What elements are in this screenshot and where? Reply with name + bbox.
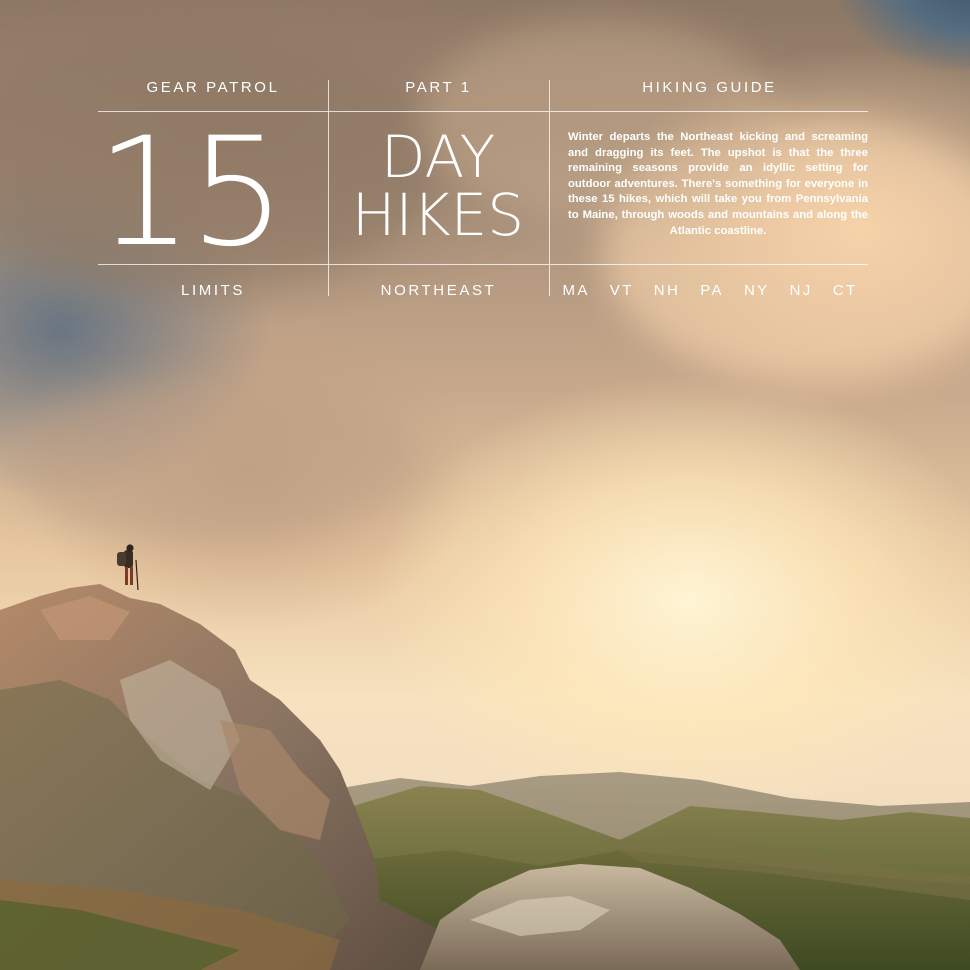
title-grid: GEAR PATROL PART 1 HIKING GUIDE 15 DAY H… bbox=[95, 74, 870, 300]
state-ny: NY bbox=[743, 282, 770, 299]
state-vt: VT bbox=[609, 282, 634, 299]
state-nj: NJ bbox=[789, 282, 813, 299]
brand-label: GEAR PATROL bbox=[146, 79, 280, 96]
state-pa: PA bbox=[700, 282, 724, 299]
divider-right bbox=[549, 80, 550, 296]
hiker-figure bbox=[117, 544, 139, 591]
category-label: HIKING GUIDE bbox=[642, 79, 777, 96]
intro-paragraph: Winter departs the Northeast kicking and… bbox=[568, 131, 868, 237]
title-number: 15 bbox=[95, 106, 287, 280]
part-label: PART 1 bbox=[405, 79, 472, 96]
state-nh: NH bbox=[653, 282, 681, 299]
region-label: NORTHEAST bbox=[380, 282, 497, 299]
states-list: MA VT NH PA NY NJ CT bbox=[550, 282, 870, 299]
title-line-1: DAY bbox=[380, 123, 496, 191]
limits-label: LIMITS bbox=[181, 282, 245, 299]
state-ma: MA bbox=[562, 282, 590, 299]
title-line-2: HIKES bbox=[351, 181, 525, 249]
cover-scene: GEAR PATROL PART 1 HIKING GUIDE 15 DAY H… bbox=[0, 0, 970, 970]
state-ct: CT bbox=[832, 282, 858, 299]
